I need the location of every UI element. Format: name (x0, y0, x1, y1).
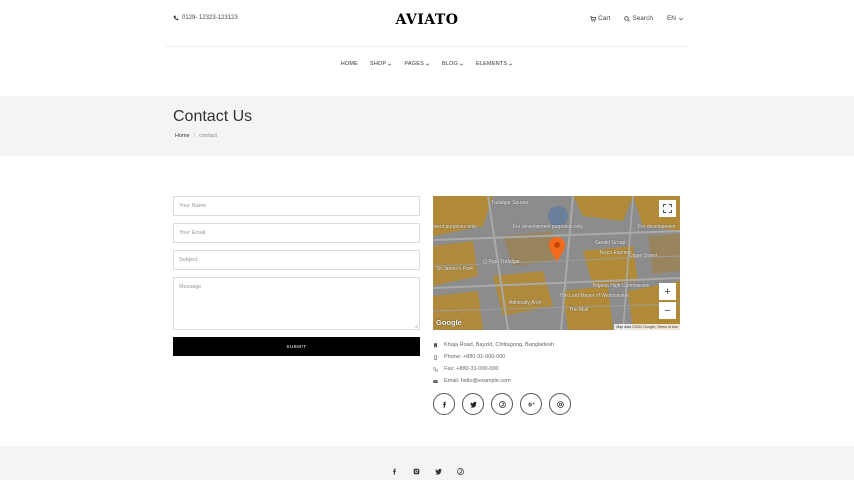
main-nav: HOME SHOP PAGES BLOG ELEMENTS (0, 61, 854, 67)
nav-home[interactable]: HOME (341, 61, 358, 67)
zoom-in-button[interactable]: + (659, 283, 676, 300)
envelope-icon (433, 379, 438, 383)
chevron-down-icon (509, 63, 513, 66)
twitter-icon (469, 401, 477, 408)
nav-shop-label: SHOP (370, 61, 387, 67)
pinterest-button[interactable] (491, 393, 513, 415)
map-label-mall: The Mall (569, 307, 589, 313)
phone-row: Phone: +880-31-000-000 (433, 351, 554, 363)
map-label-stjames: St James's Park (437, 266, 473, 272)
resize-grip-icon[interactable] (413, 323, 418, 328)
bookmark-icon (434, 342, 437, 348)
subject-placeholder: Subject (179, 257, 198, 263)
dribbble-button[interactable] (549, 393, 571, 415)
chevron-down-icon (678, 17, 684, 20)
pinterest-icon (498, 400, 506, 408)
google-plus-button[interactable] (520, 393, 542, 415)
twitter-button[interactable] (462, 393, 484, 415)
cart-icon (590, 15, 597, 22)
search-link[interactable]: Search (624, 15, 653, 22)
map-label-qpark: Q-Park Trafalgar (483, 259, 520, 265)
mobile-icon (434, 354, 437, 360)
nav-home-label: HOME (340, 61, 359, 67)
site-logo[interactable]: AVIATO (0, 12, 854, 28)
fullscreen-icon (663, 204, 672, 213)
map-label-trafalgar: Trafalgar Square (491, 200, 529, 206)
chevron-down-icon (459, 63, 464, 66)
address-row: Khaja Road, Bayzid, Chittagong, Banglade… (433, 339, 554, 351)
top-actions: Cart Search EN (590, 15, 684, 22)
map-dev-watermark-1: ment purposes only (433, 224, 477, 230)
nav-elements[interactable]: ELEMENTS (476, 61, 513, 67)
subject-input[interactable]: Subject (173, 250, 420, 270)
breadcrumb: Home / contact (175, 133, 217, 139)
search-label: Search (632, 15, 653, 22)
map-dev-watermark-2: For development purposes only (513, 224, 584, 230)
language-label: EN (666, 15, 676, 22)
map-label-upper: Upper Street (629, 253, 658, 259)
nav-pages-label: PAGES (404, 61, 424, 67)
map-label-lord: The Lord Mayor of Westminster (559, 293, 629, 299)
zoom-out-button[interactable]: − (659, 302, 676, 319)
name-input[interactable]: Your Name (173, 196, 420, 216)
fax-text: Fax: +880-31-000-000 (444, 366, 499, 372)
cart-label: Cart (598, 15, 611, 22)
footer (0, 446, 854, 480)
chevron-down-icon (388, 63, 392, 66)
google-map[interactable]: Trafalgar Square ment purposes only For … (433, 196, 680, 330)
nav-elements-label: ELEMENTS (476, 61, 508, 67)
google-logo[interactable]: Google (436, 318, 462, 327)
facebook-icon (442, 401, 446, 408)
email-input[interactable]: Your Email (173, 223, 420, 243)
fax-row: Fax: +880-31-000-000 (433, 363, 554, 375)
contact-form: Your Name Your Email Subject Message SUB… (173, 196, 420, 356)
phone-text: Phone: +880-31-000-000 (444, 354, 506, 360)
page-header: Contact Us Home / contact (0, 96, 854, 156)
breadcrumb-separator: / (193, 133, 196, 139)
google-plus-icon (528, 402, 534, 406)
pinterest-icon[interactable] (456, 468, 464, 475)
breadcrumb-current: contact (199, 133, 217, 139)
map-label-admiralty: Admiralty Arch (509, 300, 542, 306)
breadcrumb-home[interactable]: Home (175, 133, 190, 139)
top-bar: 0129- 12323-123123 AVIATO Cart Search EN (0, 0, 854, 46)
nav-blog[interactable]: BLOG (442, 61, 464, 67)
instagram-icon[interactable] (413, 468, 420, 475)
email-row: Email: hello@example.com (433, 375, 554, 387)
footer-social-links (0, 468, 854, 475)
facebook-icon[interactable] (391, 468, 398, 475)
map-dev-watermark-3: For development (638, 224, 676, 230)
map-pin-icon[interactable] (549, 237, 565, 261)
chevron-down-icon (425, 63, 430, 66)
email-text: Email: hello@example.com (444, 378, 511, 384)
search-icon (624, 15, 631, 22)
twitter-icon[interactable] (434, 468, 442, 475)
name-placeholder: Your Name (179, 203, 207, 209)
language-dropdown[interactable]: EN (667, 15, 684, 22)
facebook-button[interactable] (433, 393, 455, 415)
message-textarea[interactable]: Message (173, 277, 420, 330)
cart-link[interactable]: Cart (590, 15, 610, 22)
map-label-nigeria: Nigeria High Commission (593, 283, 650, 289)
map-label-gerald: Gerald Group (595, 240, 626, 246)
submit-button[interactable]: SUBMIT (173, 337, 420, 356)
page-title: Contact Us (173, 108, 253, 125)
nav-blog-label: BLOG (441, 61, 459, 67)
nav-pages[interactable]: PAGES (404, 61, 430, 67)
address-text: Khaja Road, Bayzid, Chittagong, Banglade… (444, 342, 555, 348)
email-placeholder: Your Email (179, 230, 206, 236)
fax-icon (433, 366, 438, 372)
map-tiles (433, 196, 680, 330)
fullscreen-button[interactable] (659, 200, 676, 217)
contact-info: Khaja Road, Bayzid, Chittagong, Banglade… (433, 339, 554, 387)
map-label-tesco: Tesco Express (599, 250, 632, 256)
message-placeholder: Message (179, 284, 202, 290)
map-credit[interactable]: Map data ©2022 Google | Terms of Use (614, 324, 680, 330)
dribbble-icon (556, 400, 564, 408)
social-links (433, 393, 571, 415)
nav-shop[interactable]: SHOP (370, 61, 392, 67)
header-divider (166, 46, 688, 47)
